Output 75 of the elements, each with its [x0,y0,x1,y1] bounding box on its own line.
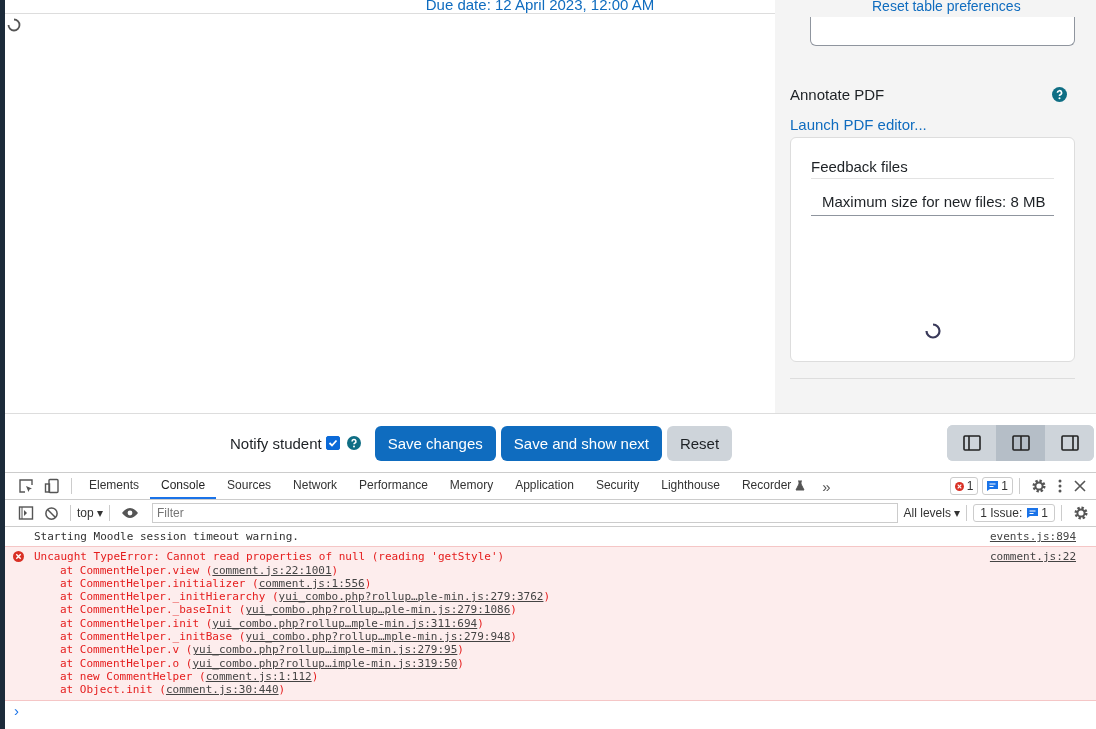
message-count-badge[interactable]: 1 [982,477,1013,495]
stack-link[interactable]: yui_combo.php?rollup…mple-min.js:279:948 [245,630,511,644]
annotate-title: Annotate PDF [790,86,885,103]
console-prompt[interactable]: › [14,701,19,719]
source-link[interactable]: comment.js:22 [989,550,1076,564]
log-levels-dropdown[interactable]: All levels ▾ [903,506,961,520]
stack-frame: at CommentHelper._initBase (yui_combo.php?rollup…mple-min.js:279:948) [13,630,1076,644]
panel-layout-icon [1011,435,1030,451]
stack-frame: at CommentHelper.o (yui_combo.php?rollup…imple-min.js:319:50) [13,656,1076,670]
sidebar-toggle-icon[interactable] [18,505,34,521]
save-button[interactable]: Save changes [374,425,496,461]
device-toolbar-icon[interactable] [44,478,60,494]
stack-link[interactable]: yui_combo.php?rollup…mple-min.js:311:694 [212,616,478,630]
stack-link[interactable]: yui_combo.php?rollup…imple-min.js:319:50 [192,656,458,670]
stack-frame: at CommentHelper.v (yui_combo.php?rollup…imple-min.js:279:95) [13,643,1076,657]
source-link[interactable]: events.js:894 [989,530,1076,544]
stack-link[interactable]: yui_combo.php?rollup…ple-min.js:279:1086 [245,603,511,617]
settings-icon[interactable] [1031,478,1047,494]
notify-label: Notify student [230,434,322,452]
panel-layout-icon [1060,435,1079,451]
eye-icon[interactable] [121,507,139,519]
stack-link[interactable]: comment.js:30:440 [165,683,279,697]
stack-frame: at CommentHelper.init (yui_combo.php?rollup…mple-min.js:311:694) [13,616,1076,631]
max-size-note: Maximum size for new files: 8 MB [811,179,1054,216]
settings-icon[interactable] [1073,505,1089,521]
message-text: Starting Moodle session timeout warning. [34,530,300,544]
devtools-tab[interactable]: Application [504,473,585,499]
stack-frame: at CommentHelper._baseInit (yui_combo.php?rollup…ple-min.js:279:1086) [13,603,1076,617]
stack-frame: at Object.init (comment.js:30:440) [13,683,1076,697]
comment-field[interactable] [810,17,1075,46]
due-date: Due date: 12 April 2023, 12:00 AM [425,0,655,12]
devtools-tab[interactable]: Memory [438,473,505,499]
reset-button[interactable]: Reset [666,425,733,461]
context-selector[interactable]: top ▾ [77,506,103,520]
panel-layout-icon [962,435,981,451]
stack-frame: at CommentHelper._initHierarchy (yui_combo.php?rollup…ple-min.js:279:3762) [13,590,1076,604]
layout-toggle[interactable] [996,425,1045,461]
help-icon[interactable] [346,436,361,450]
devtools-tab[interactable]: Lighthouse [650,473,731,499]
save-button[interactable]: Save and show next [500,425,662,461]
filter-field[interactable]: Filter [152,503,898,523]
close-icon[interactable] [1073,479,1087,493]
stack-link[interactable]: yui_combo.php?rollup…ple-min.js:279:3762 [278,590,544,604]
more-tabs-button[interactable]: » [822,477,831,495]
stack-link[interactable]: comment.js:1:556 [258,576,365,590]
loading-spinner-icon [7,18,21,32]
devtools-tab[interactable]: Sources [216,473,283,499]
issues-button[interactable]: 1 Issue: 1 [973,504,1055,522]
devtools-tab[interactable]: Recorder [730,473,817,499]
check-icon [327,438,338,448]
notify-checkbox[interactable] [325,436,340,450]
devtools-tab[interactable]: Elements [78,473,151,499]
clear-console-icon[interactable] [44,505,59,521]
error-icon [13,551,24,563]
stack-link[interactable]: comment.js:1:112 [205,669,312,683]
devtools-tab[interactable]: Console [150,473,217,499]
launch-pdf-editor-link[interactable]: Launch PDF editor... [790,116,1075,133]
feedback-files-title: Feedback files [811,158,1054,179]
stack-frame: at CommentHelper.view (comment.js:22:1001) [13,563,1076,577]
help-icon[interactable] [1052,87,1067,102]
devtools-tab[interactable]: Network [282,473,349,499]
flask-icon [795,479,806,491]
devtools-tab[interactable]: Security [584,473,651,499]
stack-link[interactable]: comment.js:22:1001 [212,563,332,577]
stack-frame: at new CommentHelper (comment.js:1:112) [13,669,1076,684]
stack-link[interactable]: yui_combo.php?rollup…imple-min.js:279:95 [192,643,458,657]
inspect-icon[interactable] [18,478,34,494]
loading-spinner-icon [924,323,941,339]
error-count-badge[interactable]: 1 [949,477,979,495]
message-icon [1027,508,1039,518]
reset-table-link[interactable]: Reset table preferences [872,0,1021,13]
message-text: Uncaught TypeError: Cannot read properties of null (reading 'getStyle') [34,550,506,564]
more-options-icon[interactable] [1057,478,1063,494]
devtools-tab[interactable]: Performance [348,473,439,499]
stack-frame: at CommentHelper.initializer (comment.js:1:556) [13,576,1076,591]
